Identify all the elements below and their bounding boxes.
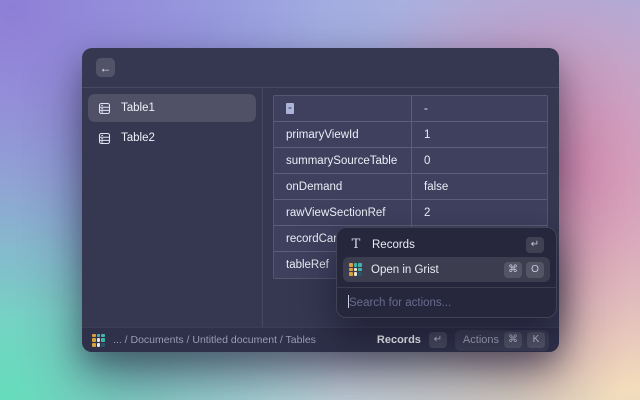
table-key-cell[interactable]: - [274,96,412,121]
sidebar-item-table2[interactable]: Table2 [88,124,256,152]
table-key-cell[interactable]: onDemand [274,174,412,199]
return-key-badge: ↵ [429,332,447,348]
table-row[interactable]: onDemand false [274,174,547,200]
sidebar: Table1 Table2 [82,88,263,327]
window-header: ← [82,48,559,88]
table-value-cell[interactable]: false [412,174,547,199]
text-tool-icon: T [349,237,363,252]
table-row[interactable]: - - [274,96,547,122]
palette-search [337,288,556,317]
return-key-badge: ↵ [526,237,544,253]
actions-label: Actions [463,334,499,346]
sidebar-item-label: Table1 [121,102,155,114]
back-arrow-icon: ← [100,62,112,74]
table-icon [97,131,112,146]
breadcrumb[interactable]: ... / Documents / Untitled document / Ta… [113,334,316,346]
grist-logo-icon [92,334,105,347]
table-key-cell[interactable]: summarySourceTable [274,148,412,173]
palette-item-records[interactable]: T Records ↵ [343,232,550,257]
table-key-cell[interactable]: primaryViewId [274,122,412,147]
table-value-cell[interactable]: 2 [412,200,547,225]
palette-item-label: Open in Grist [371,264,495,276]
table-row[interactable]: primaryViewId 1 [274,122,547,148]
table-icon [97,101,112,116]
o-key-badge: O [526,262,544,278]
table-value-cell[interactable]: 0 [412,148,547,173]
table-row[interactable]: summarySourceTable 0 [274,148,547,174]
command-palette-items: T Records ↵ Open in Grist ⌘ O [337,228,556,287]
command-key-badge: ⌘ [504,262,522,278]
table-key-cell[interactable]: rawViewSectionRef [274,200,412,225]
status-bar: ... / Documents / Untitled document / Ta… [82,327,559,352]
palette-item-open-in-grist[interactable]: Open in Grist ⌘ O [343,257,550,282]
table-row[interactable]: rawViewSectionRef 2 [274,200,547,226]
command-palette: T Records ↵ Open in Grist ⌘ O [336,227,557,318]
table-value-cell[interactable]: 1 [412,122,547,147]
table-value-cell[interactable]: - [412,96,547,121]
search-input[interactable] [337,288,556,317]
actions-button[interactable]: Actions ⌘ K [455,330,549,351]
sidebar-item-table1[interactable]: Table1 [88,94,256,122]
grist-logo-icon [349,263,362,276]
palette-item-label: Records [372,239,517,251]
sidebar-item-label: Table2 [121,132,155,144]
command-key-badge: ⌘ [504,332,522,348]
back-button[interactable]: ← [96,58,115,77]
text-cursor [348,295,349,308]
k-key-badge: K [527,332,545,348]
selected-text: - [286,103,294,114]
records-label: Records [377,334,421,346]
